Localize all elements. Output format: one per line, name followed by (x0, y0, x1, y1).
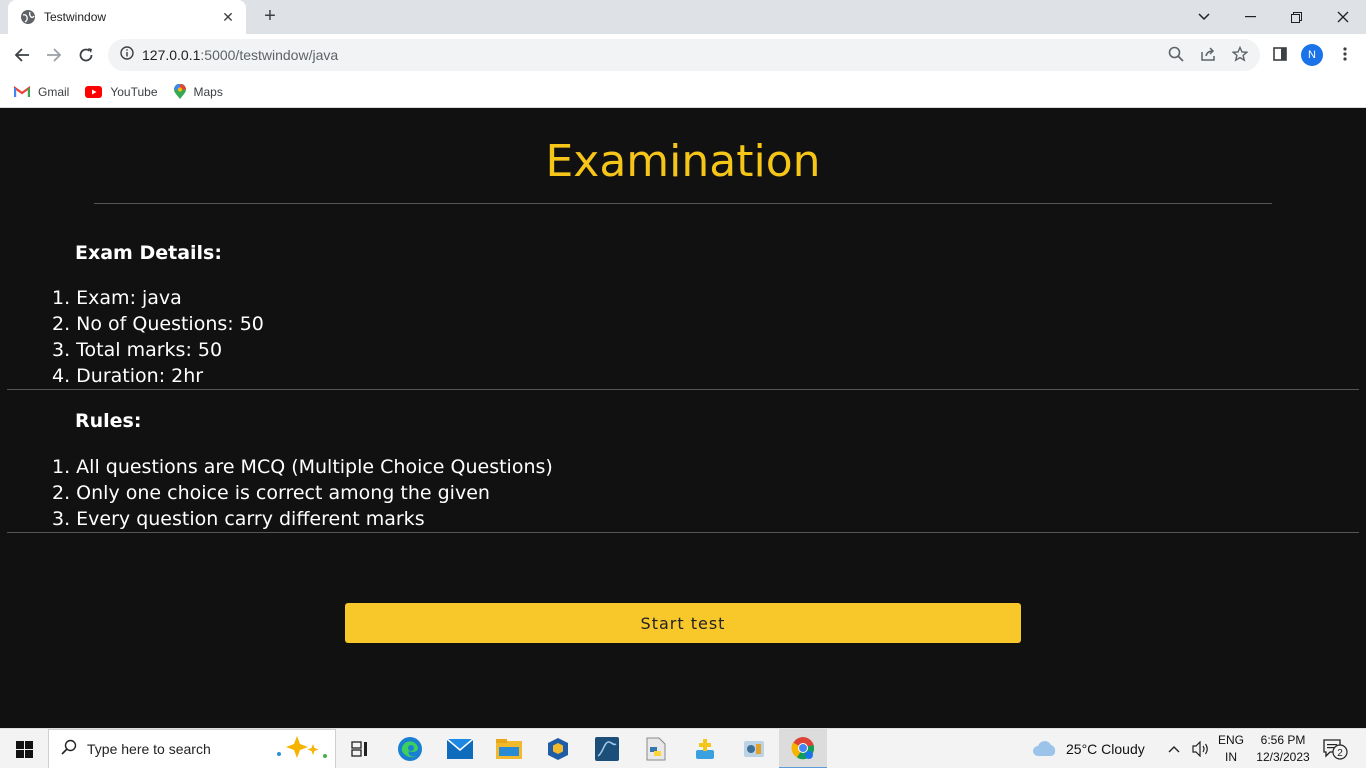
reload-button[interactable] (73, 42, 99, 68)
bookmark-youtube[interactable]: YouTube (85, 85, 158, 99)
side-panel-icon[interactable] (1268, 42, 1292, 66)
time-text: 6:56 PM (1260, 733, 1306, 747)
list-item: 3. Total marks: 50 (52, 339, 223, 361)
search-icon (61, 739, 77, 760)
share-icon[interactable] (1196, 42, 1220, 66)
globe-icon (20, 9, 36, 25)
gmail-icon (14, 85, 30, 98)
edge-icon[interactable] (386, 729, 434, 768)
clock[interactable]: 6:56 PM 12/3/2023 (1252, 732, 1314, 766)
section-divider (7, 389, 1359, 390)
close-window-button[interactable] (1320, 0, 1366, 34)
file-explorer-icon[interactable] (485, 729, 533, 768)
start-test-button[interactable]: Start test (345, 603, 1021, 643)
youtube-icon (85, 85, 103, 98)
tab-title: Testwindow (44, 10, 107, 24)
bookmarks-bar: Gmail YouTube Maps (0, 76, 1366, 108)
menu-kebab-icon[interactable] (1333, 42, 1357, 66)
bookmark-gmail[interactable]: Gmail (14, 85, 69, 99)
mail-icon[interactable] (436, 729, 484, 768)
page-content: Examination Exam Details: 1. Exam: java … (0, 108, 1366, 728)
browser-tab[interactable]: Testwindow ✕ (8, 0, 246, 34)
bookmark-star-icon[interactable] (1228, 42, 1252, 66)
zoom-icon[interactable] (1164, 42, 1188, 66)
weather-widget[interactable]: 25°C Cloudy (1032, 729, 1145, 768)
list-item: 2. No of Questions: 50 (52, 313, 264, 335)
python-file-icon[interactable] (632, 729, 680, 768)
list-item: 3. Every question carry different marks (52, 508, 425, 530)
list-item: 4. Duration: 2hr (52, 365, 204, 387)
mysql-workbench-icon[interactable] (583, 729, 631, 768)
tab-strip: Testwindow ✕ + (0, 0, 1366, 34)
tab-search-icon[interactable] (1181, 0, 1227, 34)
forward-button[interactable] (41, 42, 67, 68)
virtualbox-icon[interactable] (534, 729, 582, 768)
url-text: 127.0.0.1:5000/testwindow/java (142, 47, 339, 63)
page-title: Examination (545, 136, 821, 187)
date-text: 12/3/2023 (1256, 750, 1310, 764)
search-highlight-icon (273, 734, 331, 765)
browser-toolbar: 127.0.0.1:5000/testwindow/java N (0, 34, 1366, 76)
search-input[interactable] (87, 741, 257, 757)
exam-details-title: Exam Details: (75, 242, 222, 264)
tab-close-icon[interactable]: ✕ (220, 9, 236, 26)
notification-count: 2 (1337, 748, 1343, 759)
profile-avatar[interactable]: N (1301, 44, 1323, 66)
settings-tools-icon[interactable] (730, 729, 778, 768)
windows-start-icon[interactable] (0, 729, 48, 768)
chrome-icon[interactable] (779, 729, 827, 768)
site-info-icon[interactable] (120, 45, 134, 65)
tray-chevron-icon[interactable] (1168, 729, 1180, 768)
list-item: 1. Exam: java (52, 287, 182, 309)
address-bar[interactable]: 127.0.0.1:5000/testwindow/java (108, 39, 1260, 71)
rules-list: 1. All questions are MCQ (Multiple Choic… (52, 454, 553, 532)
taskbar-search[interactable] (48, 729, 336, 768)
list-item: 2. Only one choice is correct among the … (52, 482, 490, 504)
taskbar: 25°C Cloudy ENG IN 6:56 PM 12/3/2023 2 (0, 728, 1366, 768)
task-view-icon[interactable] (336, 729, 384, 768)
back-button[interactable] (9, 42, 35, 68)
minimize-button[interactable] (1227, 0, 1273, 34)
speaker-icon[interactable] (1192, 729, 1210, 768)
maps-icon (173, 83, 186, 100)
list-item: 1. All questions are MCQ (Multiple Choic… (52, 456, 553, 478)
cloud-icon (1032, 741, 1058, 757)
weather-text: 25°C Cloudy (1066, 741, 1145, 757)
restore-button[interactable] (1273, 0, 1319, 34)
new-tab-button[interactable]: + (258, 5, 282, 29)
heading-divider (94, 203, 1272, 204)
notification-center-icon[interactable]: 2 (1322, 729, 1348, 768)
app-plus-icon[interactable] (681, 729, 729, 768)
bookmark-maps[interactable]: Maps (173, 83, 223, 100)
exam-details-list: 1. Exam: java 2. No of Questions: 50 3. … (52, 285, 264, 389)
section-divider (7, 532, 1359, 533)
language-indicator[interactable]: ENG IN (1216, 732, 1246, 766)
rules-title: Rules: (75, 410, 142, 432)
